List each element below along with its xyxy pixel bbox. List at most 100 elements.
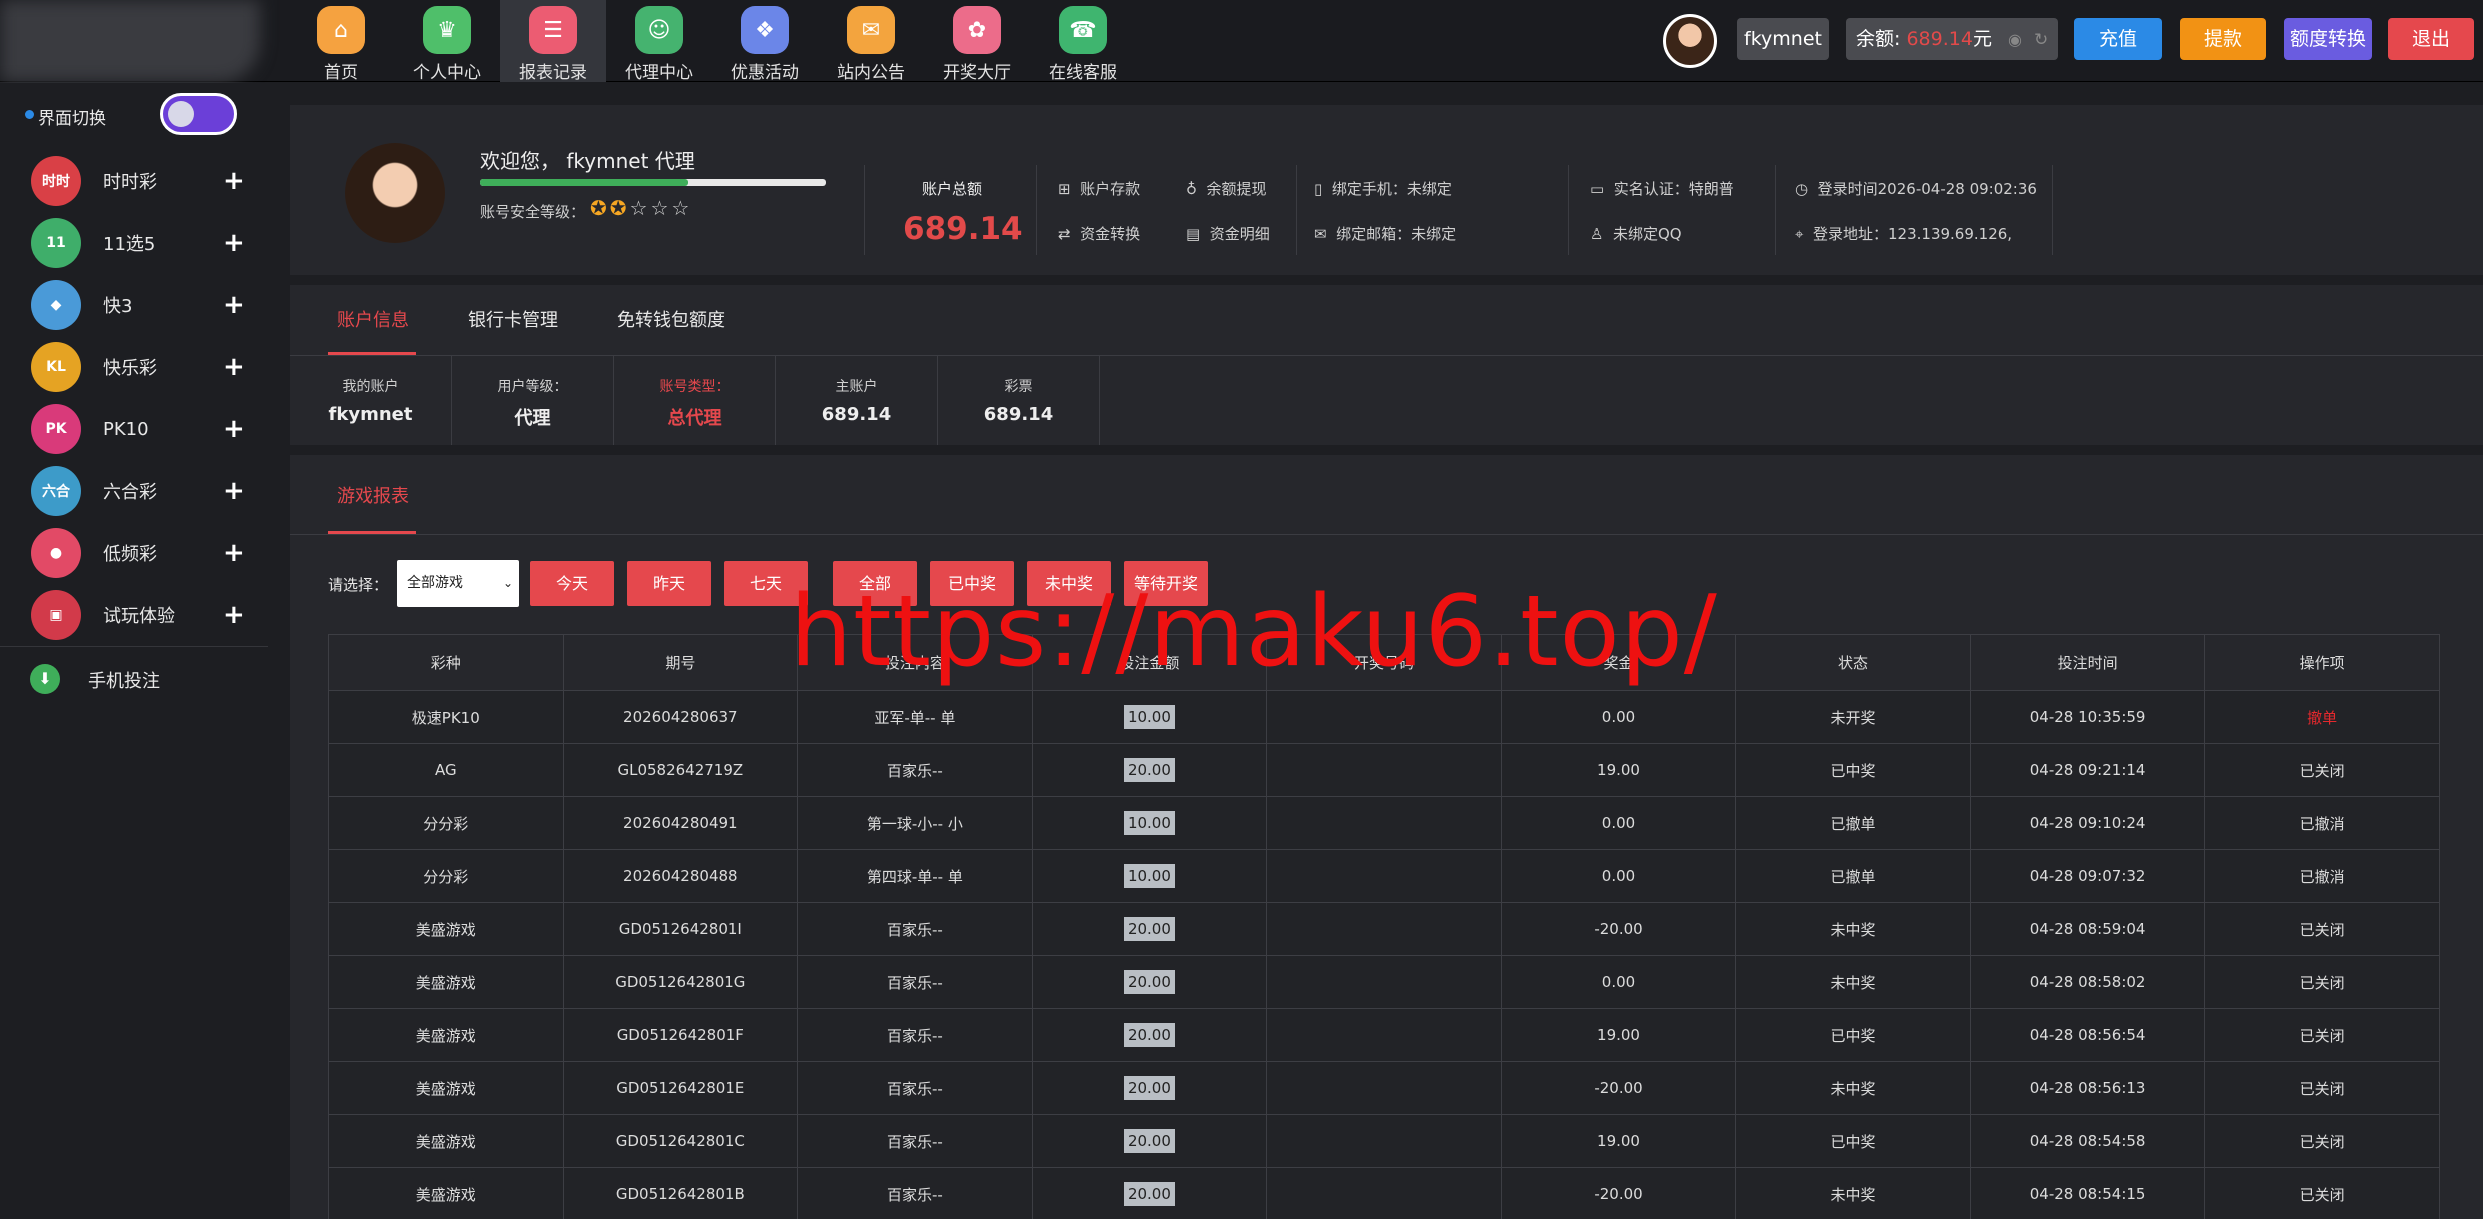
tab-bank-cards[interactable]: 银行卡管理 [468,306,558,332]
table-cell: 已撤消 [2204,849,2440,903]
table-cell: 极速PK10 [328,690,564,744]
plus-icon[interactable]: + [223,476,245,506]
sidebar-item-1[interactable]: 11 11选5 + [0,212,270,274]
table-cell: 20.00 [1031,1167,1268,1219]
plus-icon[interactable]: + [223,228,245,258]
table-row: 美盛游戏 GD0512642801B 百家乐-- 20.00 -20.00 未中奖 04-2… [328,1167,2440,1219]
table-cell: 美盛游戏 [328,1061,564,1115]
bet-amount: 20.00 [1123,1182,1175,1206]
refresh-icon[interactable]: ↻ [2034,30,2048,50]
table-cell [1266,1008,1502,1062]
account-info-cell: 账号类型： 总代理 [614,356,776,445]
eye-icon[interactable]: ◉ [2008,30,2022,49]
exchange-icon: ⇄ [1058,225,1071,243]
username-chip[interactable]: fkymnet [1737,18,1829,60]
nav-item-3[interactable]: ☺ 代理中心 [606,0,712,83]
nav-item-0[interactable]: ⌂ 首页 [288,0,394,83]
bind-email[interactable]: ✉ 绑定邮箱：未绑定 [1314,223,1456,244]
table-cell: 04-28 10:35:59 [1969,690,2206,744]
date-filter-button[interactable]: 昨天 [627,561,711,606]
date-filter-button[interactable]: 今天 [530,561,614,606]
total-value: 689.14 [903,211,1023,247]
account-info-cell: 彩票 689.14 [938,356,1100,445]
account-info-label: 彩票 [1004,379,1033,395]
plus-icon[interactable]: + [223,414,245,444]
avatar[interactable] [1663,14,1717,68]
mobile-bet-link[interactable]: 手机投注 [88,667,160,693]
account-info-value: 总代理 [667,408,722,429]
table-cell: 已关闭 [2204,1114,2440,1168]
table-cell: 10.00 [1031,849,1268,903]
nav-item-7[interactable]: ☎ 在线客服 [1030,0,1136,83]
account-info-label: 主账户 [835,379,878,395]
table-cell: 未中奖 [1735,1061,1971,1115]
table-cell: 美盛游戏 [328,1008,564,1062]
table-cell: -20.00 [1500,1167,1737,1219]
table-cell: 10.00 [1031,690,1268,744]
tab-game-report[interactable]: 游戏报表 [337,482,409,508]
table-cell: GL0582642719Z [562,743,799,797]
nav-label: 个人中心 [413,63,481,83]
sidebar-item-6[interactable]: ● 低频彩 + [0,522,270,584]
table-cell: 04-28 09:07:32 [1969,849,2206,903]
table-cell: GD0512642801I [562,902,799,956]
row-action[interactable]: 撤单 [2307,709,2337,727]
table-row: 美盛游戏 GD0512642801I 百家乐-- 20.00 -20.00 未中奖 04-2… [328,902,2440,956]
11x5-icon: 11 [31,218,81,268]
nav-item-2[interactable]: ☰ 报表记录 [500,0,606,83]
nav-item-1[interactable]: ♛ 个人中心 [394,0,500,83]
total-label: 账户总额 [922,180,983,198]
nav-label: 站内公告 [837,63,905,83]
deposit-link[interactable]: ⊞ 账户存款 [1058,178,1140,199]
ssc-icon: 时时 [31,156,81,206]
bind-qq[interactable]: ♙ 未绑定QQ [1590,223,1682,244]
sidebar-item-3[interactable]: KL 快乐彩 + [0,336,270,398]
table-cell: AG [328,743,564,797]
sidebar-item-2[interactable]: ◆ 快3 + [0,274,270,336]
withdraw-link[interactable]: ♁ 余额提现 [1186,178,1267,199]
table-cell: 19.00 [1500,743,1737,797]
logout-button[interactable]: 退出 [2388,18,2474,60]
table-cell: 20.00 [1031,743,1268,797]
table-cell [1266,1061,1502,1115]
table-cell: 美盛游戏 [328,1114,564,1168]
table-cell: 已撤单 [1735,849,1971,903]
tab-account-info[interactable]: 账户信息 [337,306,409,332]
transfer-button[interactable]: 额度转换 [2284,18,2372,60]
nav-item-4[interactable]: ❖ 优惠活动 [712,0,818,83]
game-select[interactable]: 全部游戏 ⌄ [397,560,519,607]
select-label: 请选择： [328,576,389,594]
sidebar-item-7[interactable]: ▣ 试玩体验 + [0,584,270,646]
plus-icon[interactable]: + [223,352,245,382]
transfer-link[interactable]: ⇄ 资金转换 [1058,223,1140,244]
theme-toggle[interactable] [160,93,237,135]
table-cell: 分分彩 [328,796,564,850]
deposit-button[interactable]: 充值 [2074,18,2162,60]
report-icon: ☰ [529,6,577,54]
table-cell: 未开奖 [1735,690,1971,744]
tab-wallet-quota[interactable]: 免转钱包额度 [617,306,725,332]
sidebar-item-5[interactable]: 六合 六合彩 + [0,460,270,522]
star-icon: ☆ [629,196,648,220]
table-cell: 04-28 09:10:24 [1969,796,2206,850]
grid-icon: ✿ [953,6,1001,54]
table-cell: 04-28 08:54:58 [1969,1114,2206,1168]
nav-item-5[interactable]: ✉ 站内公告 [818,0,924,83]
funds-detail-link[interactable]: ▤ 资金明细 [1186,223,1270,244]
bet-amount: 20.00 [1123,917,1175,941]
sidebar-item-0[interactable]: 时时 时时彩 + [0,150,270,212]
table-cell: 04-28 09:21:14 [1969,743,2206,797]
plus-icon[interactable]: + [223,600,245,630]
document-icon: ▤ [1186,225,1201,243]
plus-icon[interactable]: + [223,290,245,320]
plus-icon[interactable]: + [223,538,245,568]
account-info-label: 用户等级： [497,379,568,395]
withdraw-button[interactable]: 提款 [2180,18,2266,60]
sidebar-item-4[interactable]: PK PK10 + [0,398,270,460]
bind-phone[interactable]: ▯ 绑定手机：未绑定 [1314,178,1452,199]
table-cell: 已撤消 [2204,796,2440,850]
security-stars: ✪ ✪ ☆ ☆ ☆ [590,196,692,220]
plus-icon[interactable]: + [223,166,245,196]
table-cell: 美盛游戏 [328,955,564,1009]
nav-item-6[interactable]: ✿ 开奖大厅 [924,0,1030,83]
